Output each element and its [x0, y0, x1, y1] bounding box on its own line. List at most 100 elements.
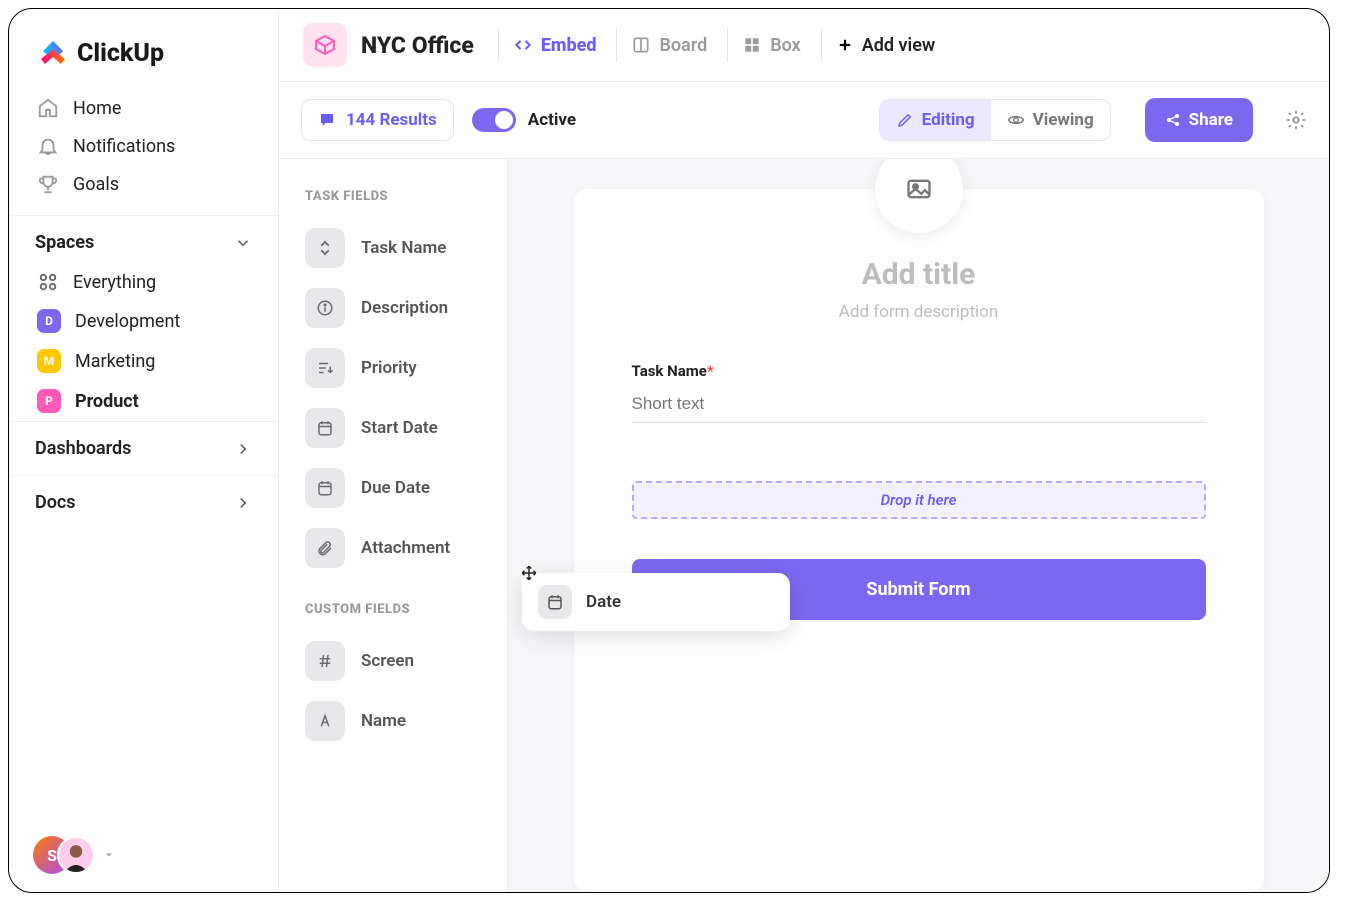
- form-avatar-picker[interactable]: [875, 159, 963, 233]
- share-button[interactable]: Share: [1145, 98, 1253, 142]
- paperclip-icon: [305, 528, 345, 568]
- tab-embed[interactable]: Embed: [498, 29, 611, 62]
- chevron-right-icon: [234, 494, 252, 512]
- active-toggle[interactable]: Active: [472, 108, 576, 132]
- task-fields-header: TASK FIELDS: [305, 189, 507, 204]
- space-development[interactable]: D Development: [9, 301, 278, 341]
- space-prod-label: Product: [75, 391, 139, 412]
- four-circles-icon: [37, 271, 59, 293]
- content-area: TASK FIELDS Task Name Description Priori…: [279, 159, 1329, 892]
- viewing-label: Viewing: [1033, 110, 1094, 130]
- main-panel: NYC Office Embed Board Box Add view 144: [279, 9, 1329, 892]
- space-product[interactable]: P Product: [9, 381, 278, 421]
- nav-notifications[interactable]: Notifications: [9, 127, 278, 165]
- field-due-date-label: Due Date: [361, 478, 430, 498]
- space-marketing[interactable]: M Marketing: [9, 341, 278, 381]
- sidebar: ClickUp Home Notifications Goals Spaces …: [9, 9, 279, 892]
- field-description[interactable]: Description: [301, 278, 507, 338]
- clickup-logo-icon: [37, 37, 69, 69]
- field-attachment-label: Attachment: [361, 538, 450, 558]
- image-icon: [905, 175, 933, 203]
- spaces-header[interactable]: Spaces: [9, 216, 278, 263]
- chevron-right-icon: [234, 440, 252, 458]
- toolbar: 144 Results Active Editing Viewing Share: [279, 82, 1329, 159]
- field-screen[interactable]: Screen: [301, 631, 507, 691]
- code-icon: [513, 35, 533, 55]
- field-task-name[interactable]: Task Name: [301, 218, 507, 278]
- nav-goals[interactable]: Goals: [9, 165, 278, 203]
- field-description-label: Description: [361, 298, 448, 318]
- field-name[interactable]: Name: [301, 691, 507, 751]
- editing-button[interactable]: Editing: [880, 100, 991, 140]
- info-icon: [305, 288, 345, 328]
- tab-box[interactable]: Box: [727, 29, 815, 62]
- field-priority-label: Priority: [361, 358, 417, 378]
- tab-board[interactable]: Board: [616, 29, 721, 62]
- spaces-header-label: Spaces: [35, 232, 94, 253]
- space-everything-label: Everything: [73, 272, 156, 293]
- pencil-icon: [896, 111, 914, 129]
- field-priority[interactable]: Priority: [301, 338, 507, 398]
- calendar-icon: [305, 408, 345, 448]
- results-pill[interactable]: 144 Results: [301, 99, 454, 141]
- nav-home-label: Home: [73, 98, 121, 119]
- field-task-name-label: Task Name: [361, 238, 446, 258]
- field-due-date[interactable]: Due Date: [301, 458, 507, 518]
- logo[interactable]: ClickUp: [9, 9, 278, 89]
- chevron-down-icon: [234, 234, 252, 252]
- add-view-label: Add view: [862, 35, 935, 56]
- text-icon: [305, 701, 345, 741]
- dashboards-label: Dashboards: [35, 438, 131, 459]
- dashboards-section[interactable]: Dashboards: [9, 421, 278, 475]
- drag-field-label: Date: [586, 592, 621, 612]
- field-start-date-label: Start Date: [361, 418, 438, 438]
- add-view-button[interactable]: Add view: [821, 29, 949, 62]
- hash-icon: [305, 641, 345, 681]
- priority-icon: [305, 348, 345, 388]
- form-field-label: Task Name*: [632, 362, 1206, 380]
- space-mkt-label: Marketing: [75, 351, 155, 372]
- field-attachment[interactable]: Attachment: [301, 518, 507, 578]
- space-everything[interactable]: Everything: [9, 263, 278, 301]
- topbar: NYC Office Embed Board Box Add view: [279, 9, 1329, 82]
- custom-fields-header: CUSTOM FIELDS: [305, 602, 507, 617]
- field-screen-label: Screen: [361, 651, 414, 671]
- nav-home[interactable]: Home: [9, 89, 278, 127]
- toggle-switch: [472, 108, 516, 132]
- field-start-date[interactable]: Start Date: [301, 398, 507, 458]
- form-description[interactable]: Add form description: [632, 302, 1206, 322]
- view-icon: [303, 23, 347, 67]
- move-icon: [520, 564, 538, 582]
- drag-field-card[interactable]: Date: [522, 573, 790, 631]
- tab-embed-label: Embed: [541, 35, 597, 56]
- user-menu[interactable]: S: [33, 836, 115, 874]
- editing-label: Editing: [922, 110, 975, 130]
- calendar-icon: [538, 585, 572, 619]
- space-dev-badge: D: [37, 309, 61, 333]
- active-label: Active: [528, 110, 576, 130]
- avatar-photo: [57, 836, 95, 874]
- comment-icon: [318, 111, 336, 129]
- trophy-icon: [37, 173, 59, 195]
- caret-down-icon: [103, 849, 115, 861]
- tab-box-label: Box: [770, 35, 801, 56]
- field-name-label: Name: [361, 711, 406, 731]
- drop-zone[interactable]: Drop it here: [632, 481, 1206, 519]
- viewing-button[interactable]: Viewing: [991, 100, 1110, 140]
- cube-icon: [313, 33, 337, 57]
- calendar-icon: [305, 468, 345, 508]
- board-icon: [631, 35, 651, 55]
- space-dev-label: Development: [75, 311, 180, 332]
- docs-label: Docs: [35, 492, 76, 513]
- tab-board-label: Board: [659, 35, 707, 56]
- page-title: NYC Office: [361, 32, 474, 59]
- nav-goals-label: Goals: [73, 174, 119, 195]
- task-name-input[interactable]: [632, 386, 1206, 423]
- grid-icon: [742, 35, 762, 55]
- gear-icon[interactable]: [1285, 109, 1307, 131]
- home-icon: [37, 97, 59, 119]
- docs-section[interactable]: Docs: [9, 475, 278, 529]
- share-label: Share: [1189, 110, 1233, 130]
- app-window: ClickUp Home Notifications Goals Spaces …: [8, 8, 1330, 893]
- form-title[interactable]: Add title: [632, 257, 1206, 292]
